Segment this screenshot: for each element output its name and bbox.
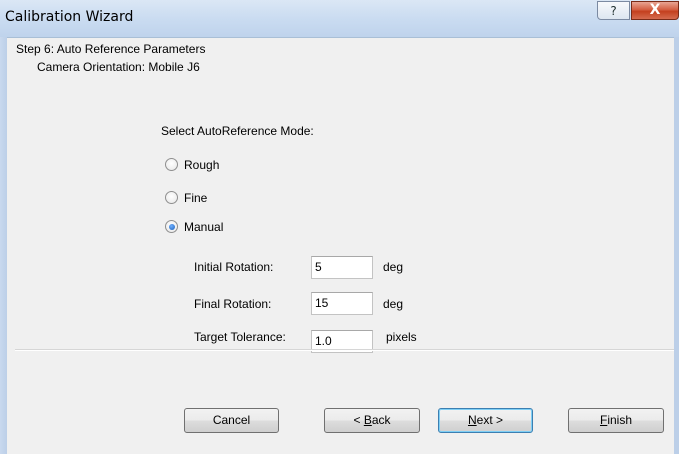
radio-manual-label[interactable]: Manual xyxy=(184,220,223,234)
window-title: Calibration Wizard xyxy=(5,9,134,25)
next-rest: ext > xyxy=(476,413,504,427)
finish-rest: inish xyxy=(607,413,633,427)
calibration-wizard-window: Calibration Wizard ? X Step 6: Auto Refe… xyxy=(0,0,679,454)
target-tolerance-label: Target Tolerance: xyxy=(194,330,286,344)
radio-rough-indicator[interactable] xyxy=(165,158,178,171)
back-button-label: < Back xyxy=(353,413,390,427)
next-button[interactable]: Next > xyxy=(438,408,533,433)
finish-button[interactable]: Finish xyxy=(568,408,664,433)
final-rotation-input[interactable]: 15 xyxy=(311,292,373,315)
radio-rough-label[interactable]: Rough xyxy=(184,158,219,172)
final-rotation-label: Final Rotation: xyxy=(194,297,272,311)
back-mnemonic: B xyxy=(363,413,372,427)
title-bar[interactable]: Calibration Wizard ? X xyxy=(0,0,679,38)
back-prefix: < xyxy=(353,413,364,427)
radio-manual-indicator[interactable] xyxy=(165,220,178,233)
cancel-button-label: Cancel xyxy=(212,413,251,427)
next-mnemonic: N xyxy=(467,413,477,427)
back-rest: ack xyxy=(371,413,391,427)
help-icon: ? xyxy=(610,4,617,18)
window-frame-left xyxy=(0,37,7,454)
close-button[interactable]: X xyxy=(631,1,679,20)
button-separator xyxy=(15,349,674,351)
cancel-button[interactable]: Cancel xyxy=(184,408,279,433)
radio-fine-label[interactable]: Fine xyxy=(184,191,207,205)
initial-rotation-unit: deg xyxy=(383,260,404,274)
back-button[interactable]: < Back xyxy=(324,408,420,433)
initial-rotation-input[interactable]: 5 xyxy=(311,256,373,279)
radio-fine-indicator[interactable] xyxy=(165,191,178,204)
finish-button-label: Finish xyxy=(600,413,632,427)
initial-rotation-label: Initial Rotation: xyxy=(194,260,274,274)
camera-orientation-label: Camera Orientation: Mobile J6 xyxy=(37,60,200,74)
close-icon: X xyxy=(649,2,661,18)
step-title: Step 6: Auto Reference Parameters xyxy=(16,42,206,56)
mode-prompt: Select AutoReference Mode: xyxy=(161,124,314,138)
final-rotation-unit: deg xyxy=(383,297,404,311)
help-button[interactable]: ? xyxy=(597,1,630,20)
target-tolerance-unit: pixels xyxy=(386,330,417,344)
window-frame-right xyxy=(674,37,679,454)
next-button-label: Next > xyxy=(468,413,503,427)
wizard-page: Step 6: Auto Reference Parameters Camera… xyxy=(7,38,674,454)
